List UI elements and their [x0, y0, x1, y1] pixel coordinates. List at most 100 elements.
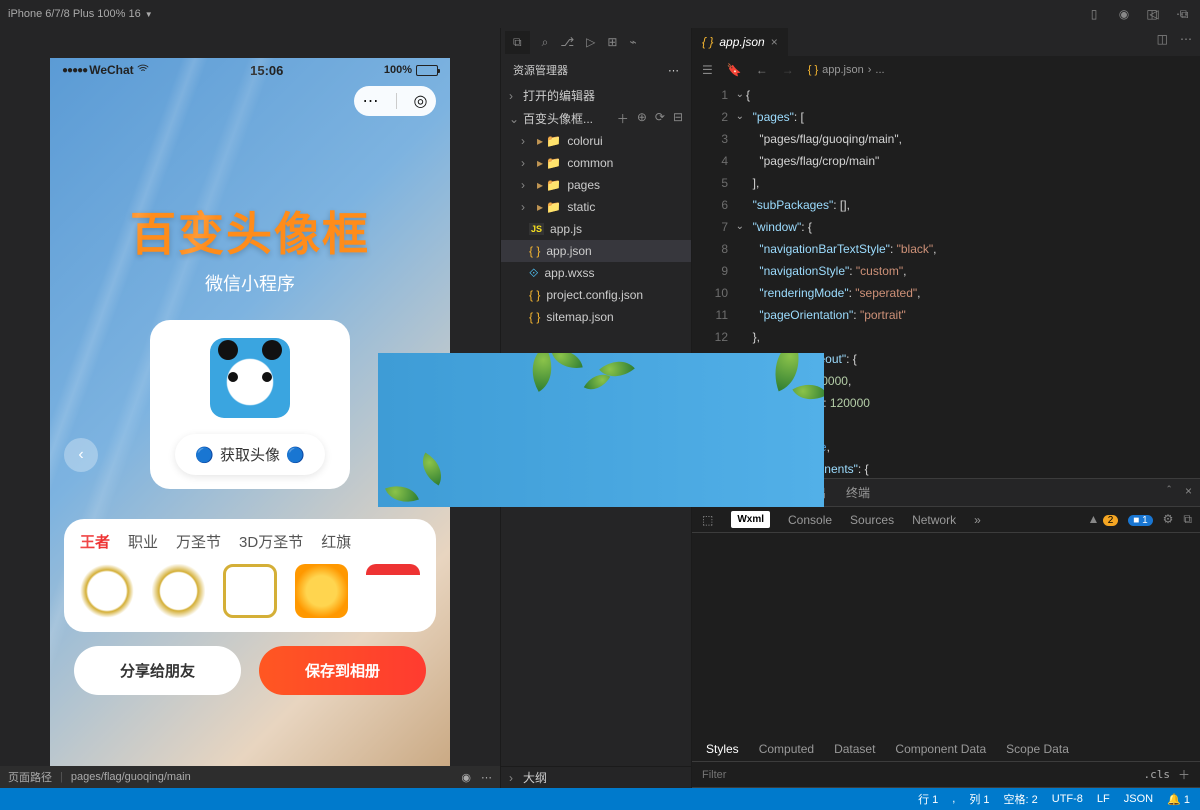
battery-icon — [416, 65, 438, 76]
simulator-status-bar: 页面路径 | pages/flag/guoqing/main ◉ ⋯ — [0, 766, 500, 788]
computed-tab[interactable]: Computed — [759, 742, 814, 756]
avatar-card: 🔵 获取头像 🔵 — [150, 320, 350, 489]
chevron-up-icon[interactable]: ＾ — [1163, 484, 1175, 501]
page-path-value[interactable]: pages/flag/guoqing/main — [71, 771, 191, 783]
carrier-label: WeChat — [89, 63, 133, 77]
new-file-icon[interactable]: ＋ — [617, 110, 629, 127]
eye-icon[interactable]: ◉ — [461, 771, 471, 784]
bookmark-icon[interactable]: 🔖 — [727, 63, 742, 77]
dock-icon[interactable]: ⧉ — [1183, 512, 1192, 527]
frame-item[interactable] — [366, 564, 420, 618]
cursor-col[interactable]: 列 1 — [969, 791, 989, 807]
sources-tab[interactable]: Sources — [850, 513, 894, 527]
console-tab[interactable]: Console — [788, 513, 832, 527]
cursor-row[interactable]: 行 1 — [918, 791, 938, 807]
files-icon[interactable]: ⧉ — [505, 31, 530, 54]
collapse-icon[interactable]: ⊟ — [673, 110, 683, 127]
refresh-icon[interactable]: ⟳ — [655, 110, 665, 127]
stop-icon[interactable]: ◉ — [1116, 6, 1132, 22]
search-icon[interactable]: ⌕ — [542, 35, 549, 50]
extensions-icon[interactable]: ⊞ — [607, 35, 617, 49]
battery-pct: 100% — [384, 64, 412, 76]
file-app-js[interactable]: JSapp.js — [501, 218, 691, 240]
indent-info[interactable]: 空格: 2 — [1004, 791, 1038, 807]
explorer-header: 资源管理器 ⋯ — [501, 56, 691, 84]
inspect-icon[interactable]: ⬚ — [702, 513, 713, 527]
file-pages[interactable]: ›▸ 📁pages — [501, 174, 691, 196]
encoding[interactable]: UTF-8 — [1052, 793, 1083, 805]
filter-input[interactable] — [702, 769, 1135, 781]
editor-more-icon[interactable]: ⋯ — [1180, 32, 1192, 46]
file-colorui[interactable]: ›▸ 📁colorui — [501, 130, 691, 152]
warnings-badge[interactable]: ▲ 2 — [1087, 512, 1118, 527]
cls-button[interactable]: .cls — [1143, 768, 1170, 781]
project-section[interactable]: ⌄百变头像框... ＋ ⊕ ⟳ ⊟ — [501, 107, 691, 130]
tab-career[interactable]: 职业 — [128, 531, 158, 552]
page-path-label: 页面路径 — [8, 769, 52, 785]
wxml-tab[interactable]: Wxml — [731, 511, 770, 528]
split-editor-icon[interactable]: ◫ — [1157, 32, 1168, 46]
share-button[interactable]: 分享给朋友 — [74, 646, 241, 695]
frame-item[interactable] — [295, 564, 349, 618]
gear-icon[interactable]: ⚙ — [1163, 512, 1174, 527]
file-sitemap-json[interactable]: { }sitemap.json — [501, 306, 691, 328]
prev-arrow-icon[interactable]: ‹ — [64, 438, 98, 472]
save-button[interactable]: 保存到相册 — [259, 646, 426, 695]
dataset-tab[interactable]: Dataset — [834, 742, 875, 756]
forward-icon[interactable]: → — [782, 63, 794, 77]
file-common[interactable]: ›▸ 📁common — [501, 152, 691, 174]
scopedata-tab[interactable]: Scope Data — [1006, 742, 1069, 756]
styles-tab[interactable]: Styles — [706, 742, 739, 756]
tab-flag[interactable]: 红旗 — [321, 531, 351, 552]
git-icon[interactable]: ⎇ — [560, 35, 574, 49]
tab-halloween[interactable]: 万圣节 — [176, 531, 221, 552]
file-app-wxss[interactable]: ⟐app.wxss — [501, 262, 691, 284]
styles-filter-row: .cls ＋ — [692, 762, 1200, 788]
list-icon[interactable]: ☰ — [702, 63, 713, 77]
json-icon: { } — [702, 35, 713, 49]
info-badge[interactable]: ■ 1 — [1128, 512, 1152, 527]
network-tab[interactable]: Network — [912, 513, 956, 527]
file-static[interactable]: ›▸ 📁static — [501, 196, 691, 218]
bell-icon[interactable]: 🔔 1 — [1167, 793, 1190, 806]
misc-icon[interactable]: ⌁ — [629, 35, 636, 49]
open-editors-section[interactable]: ›打开的编辑器 — [501, 84, 691, 107]
back-icon[interactable]: ← — [756, 63, 768, 77]
frame-item[interactable] — [223, 564, 277, 618]
frame-item[interactable] — [152, 564, 206, 618]
more-icon[interactable]: ⋯ — [481, 771, 492, 784]
app-subtitle: 微信小程序 — [50, 270, 450, 296]
status-bar: 行 1, 列 1 空格: 2 UTF-8 LF JSON 🔔 1 — [0, 788, 1200, 810]
eol[interactable]: LF — [1097, 793, 1110, 805]
new-folder-icon[interactable]: ⊕ — [637, 110, 647, 127]
explorer-more-icon[interactable]: ⋯ — [668, 64, 679, 77]
add-rule-icon[interactable]: ＋ — [1178, 766, 1190, 783]
breadcrumb[interactable]: { } app.json › ... — [808, 64, 885, 76]
device-selector[interactable]: iPhone 6/7/8 Plus 100% 16▼ — [8, 8, 153, 20]
split-icon[interactable]: ◫ — [1144, 6, 1160, 22]
styles-tabs: Styles Computed Dataset Component Data S… — [692, 736, 1200, 762]
capsule-menu-icon[interactable]: ⋯ — [363, 91, 379, 111]
device-icon[interactable]: ▯ — [1086, 6, 1102, 22]
componentdata-tab[interactable]: Component Data — [895, 742, 986, 756]
editor-tab-appjson[interactable]: { } app.json × — [692, 28, 788, 56]
tab-terminal[interactable]: 终端 — [846, 484, 870, 501]
more-icon[interactable]: ⋯ — [1174, 6, 1190, 22]
outline-section[interactable]: ›大纲 — [501, 766, 691, 788]
file-app-json[interactable]: { }app.json — [501, 240, 691, 262]
tab-king[interactable]: 王者 — [80, 531, 110, 552]
file-project-config-json[interactable]: { }project.config.json — [501, 284, 691, 306]
frame-item[interactable] — [80, 564, 134, 618]
mini-program-capsule[interactable]: ⋯ ◎ — [354, 86, 436, 116]
debug-icon[interactable]: ▷ — [586, 35, 595, 49]
more-tabs-icon[interactable]: » — [974, 513, 981, 527]
close-icon[interactable]: × — [771, 35, 778, 49]
phone-status-bar: ●●●●● WeChat 15:06 100% — [50, 58, 450, 78]
lang-mode[interactable]: JSON — [1124, 793, 1153, 805]
tab-3d-halloween[interactable]: 3D万圣节 — [239, 531, 303, 552]
get-avatar-button[interactable]: 🔵 获取头像 🔵 — [175, 434, 324, 475]
top-bar: iPhone 6/7/8 Plus 100% 16▼ ▯ ◉ ◁ ⧉ ◫ ⋯ — [0, 0, 1200, 28]
frame-list — [80, 564, 420, 618]
capsule-close-icon[interactable]: ◎ — [414, 91, 428, 111]
close-icon[interactable]: × — [1185, 484, 1192, 501]
